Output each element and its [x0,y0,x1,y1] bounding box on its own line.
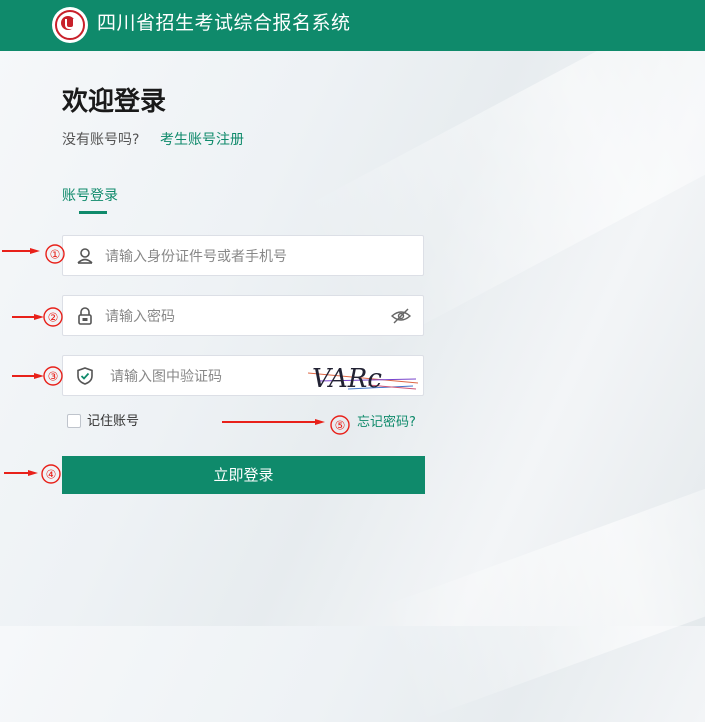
login-button[interactable]: 立即登录 [62,456,425,494]
remember-checkbox[interactable] [67,414,81,428]
page-title: 欢迎登录 [62,87,167,117]
arrow-icon [12,314,44,320]
id-input[interactable] [103,244,387,270]
annotation-4: ④ [4,464,61,484]
annotation-number: ③ [48,370,59,384]
password-field[interactable] [62,295,424,336]
eye-hidden-icon[interactable] [391,307,411,325]
logo-emblem-icon [52,7,88,43]
captcha-text: VARc [312,364,382,393]
id-field[interactable] [62,235,424,276]
arrow-icon [4,470,38,476]
arrow-icon [222,419,325,425]
annotation-2: ② [12,307,63,327]
register-link[interactable]: 考生账号注册 [160,130,244,150]
top-bar: 四川省招生考试综合报名系统 [0,0,705,51]
annotation-number: ② [48,311,59,325]
annotation-number: ① [50,248,61,262]
app-title: 四川省招生考试综合报名系统 [97,12,351,34]
captcha-image[interactable]: VARc [308,359,418,393]
captcha-input[interactable] [108,364,302,390]
password-input[interactable] [103,304,387,330]
user-icon [77,248,93,264]
forgot-password-link[interactable]: 忘记密码? [357,414,416,432]
tab-account-login[interactable]: 账号登录 [62,186,118,206]
remember-label: 记住账号 [87,414,140,429]
annotation-1: ① [2,244,65,264]
captcha-field[interactable]: VARc [62,355,424,396]
annotation-3: ③ [12,366,63,386]
no-account-text: 没有账号吗? [62,132,140,148]
annotation-number: ④ [46,468,57,482]
arrow-icon [2,248,40,254]
arrow-icon [12,373,44,379]
tab-active-indicator [79,211,107,214]
shield-icon [77,367,93,385]
annotation-5: ⑤ [222,415,350,435]
annotation-number: ⑤ [335,419,346,433]
lock-icon [78,307,92,325]
